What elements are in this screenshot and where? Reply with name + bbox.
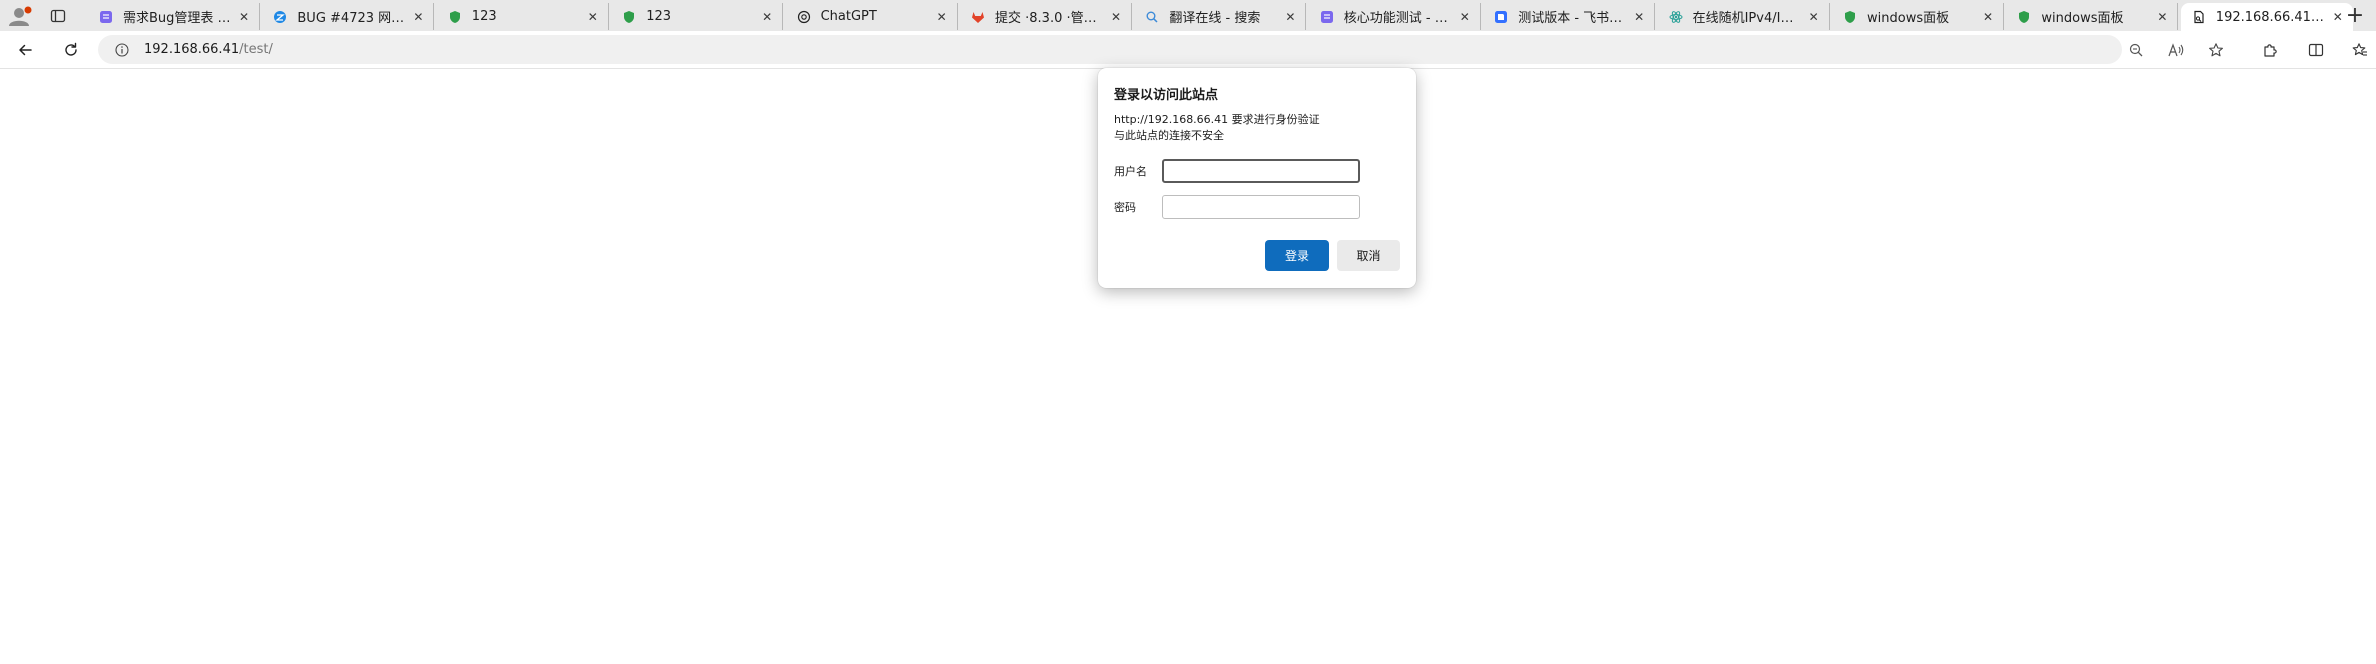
tab-8[interactable]: 核心功能测试 - 飞书云文档 ✕ [1309,3,1481,30]
tab-title: windows面板 [1867,11,1950,26]
reload-icon [65,42,77,56]
tab-title: BUG #4723 网站---用户 [297,11,405,26]
tab-title: 在线随机IPv4/IPv6地址 [1692,11,1801,26]
read-aloud-button[interactable] [2160,31,2192,68]
shield-icon [621,9,637,25]
cancel-button[interactable]: 取消 [1337,240,1400,271]
tab-1[interactable]: 需求Bug管理表 - 飞书云文档 ✕ [88,3,260,30]
page-icon [2191,9,2207,25]
search-icon [1144,9,1160,25]
dialog-insecure-message: 与此站点的连接不安全 [1114,129,1224,142]
close-icon[interactable]: ✕ [935,10,949,24]
profile-button[interactable] [2,0,40,31]
info-icon[interactable] [114,42,130,58]
shield-icon [447,9,463,25]
reload-button[interactable] [54,31,88,68]
tab-title: 提交 ·8.3.0 ·管理员 / 项目 [995,11,1103,26]
shield-icon [2016,9,2032,25]
tab-2[interactable]: BUG #4723 网站---用户 ✕ [262,3,435,30]
tab-10[interactable]: 在线随机IPv4/IPv6地址 ✕ [1658,3,1830,30]
chatgpt-icon [796,9,812,25]
react-icon [1668,9,1684,25]
zoom-icon [2129,43,2143,56]
close-icon[interactable]: ✕ [586,10,600,24]
zentao-icon [272,9,288,25]
tab-4[interactable]: 123 ✕ [611,3,784,30]
puzzle-icon [2264,43,2277,57]
dialog-title: 登录以访问此站点 [1114,88,1219,103]
tab-title: 需求Bug管理表 - 飞书云文档 [123,11,231,26]
split-screen-icon [2308,43,2324,56]
favorites-icon [2352,42,2367,56]
tab-13[interactable]: 192.168.66.41/test/✕ [2180,3,2353,31]
star-icon [2209,42,2223,56]
close-icon[interactable]: ✕ [237,10,251,24]
tab-actions-icon [50,9,66,22]
profile-avatar-icon [9,6,32,26]
gitlab-icon [970,9,986,25]
tab-title: ChatGPT [820,9,877,24]
new-tab-button[interactable]: + [2336,0,2374,31]
zoom-button[interactable] [2120,31,2152,68]
tab-title: 测试版本 - 飞书云文档 [1518,11,1626,26]
tab-title: 123 [646,9,672,24]
address-bar[interactable]: 192.168.66.41/test/ [98,35,2122,64]
close-icon[interactable]: ✕ [1807,10,1821,24]
auth-dialog: 登录以访问此站点 http://192.168.66.41 要求进行身份验证 与… [1098,68,1416,288]
close-icon[interactable]: ✕ [2155,10,2169,24]
tab-3[interactable]: 123 ✕ [437,3,609,30]
username-label: 用户名 [1114,165,1147,178]
tab-title: windows面板 [2041,11,2124,26]
tab-5[interactable]: ChatGPT ✕ [786,3,958,30]
tab-6[interactable]: 提交 ·8.3.0 ·管理员 / 项目 ✕ [960,3,1132,30]
close-icon[interactable]: ✕ [1109,10,1123,24]
tab-11[interactable]: windows面板 ✕ [1832,3,2004,30]
close-icon[interactable]: ✕ [760,10,774,24]
username-row: 用户名 [1114,159,1360,183]
password-field[interactable] [1162,195,1360,219]
tab-7[interactable]: 翻译在线 - 搜索 ✕ [1134,3,1307,30]
extensions-button[interactable] [2254,31,2286,68]
tab-title: 192.168.66.41/test/ [2215,9,2325,25]
close-icon[interactable]: ✕ [1458,10,1472,24]
lark-doc-blue-icon [1493,9,1509,25]
arrow-left-icon [19,44,32,55]
tab-12[interactable]: windows面板 ✕ [2006,3,2179,30]
tab-title: 123 [471,9,497,24]
tab-actions-button[interactable] [44,0,72,31]
close-icon[interactable]: ✕ [1981,10,1995,24]
tab-9[interactable]: 测试版本 - 飞书云文档 ✕ [1483,3,1656,30]
tab-title: 核心功能测试 - 飞书云文档 [1343,11,1452,26]
shield-icon [1842,9,1858,25]
favorite-button[interactable] [2200,31,2232,68]
read-aloud-icon [2168,42,2184,56]
plus-icon: + [2345,3,2365,28]
toolbar: 192.168.66.41/test/ [0,31,2376,69]
back-button[interactable] [8,31,42,68]
close-icon[interactable]: ✕ [1632,10,1646,24]
url-text: 192.168.66.41/test/ [144,42,273,57]
lark-doc-icon [98,9,114,25]
close-icon[interactable]: ✕ [1283,10,1297,24]
tab-strip: 需求Bug管理表 - 飞书云文档✕BUG #4723 网站---用户✕123✕1… [0,0,2376,32]
username-field[interactable] [1162,159,1360,183]
close-icon[interactable]: ✕ [411,10,425,24]
split-screen-button[interactable] [2300,31,2332,68]
url-path: /test/ [239,42,273,57]
password-row: 密码 [1114,195,1360,219]
tab-title: 翻译在线 - 搜索 [1169,11,1261,26]
dialog-auth-message: http://192.168.66.41 要求进行身份验证 [1114,113,1320,126]
dialog-description: http://192.168.66.41 要求进行身份验证 与此站点的连接不安全 [1114,112,1400,144]
password-label: 密码 [1114,201,1136,214]
favorites-bar-button[interactable] [2344,31,2376,68]
lark-doc-icon [1319,9,1335,25]
url-host: 192.168.66.41 [144,42,240,57]
login-button[interactable]: 登录 [1265,240,1329,271]
